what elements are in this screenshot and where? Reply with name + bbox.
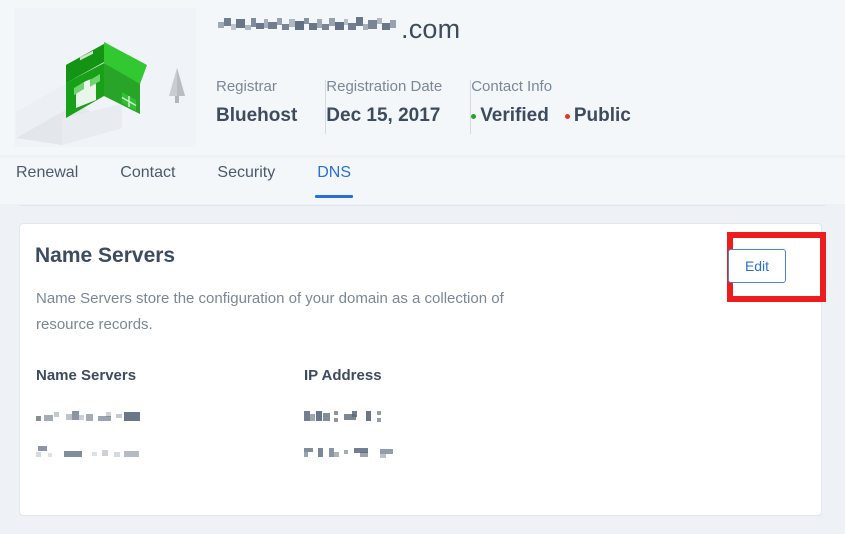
name-servers-card: Name Servers Name Servers store the conf… [19, 223, 822, 516]
tab-renewal[interactable]: Renewal [16, 158, 78, 198]
info-column-registrar: Registrar Bluehost [216, 78, 325, 127]
card-title: Name Servers [35, 244, 176, 267]
redacted-pixels [304, 448, 393, 458]
contact-status-group: Verified Public [471, 105, 631, 127]
contact-info-label: Contact Info [471, 78, 553, 95]
header-divider [20, 205, 825, 206]
table-row [36, 410, 536, 424]
edit-button[interactable]: Edit [728, 249, 786, 283]
info-column-registration-date: Registration Date Dec 15, 2017 [326, 78, 470, 127]
redacted-pixels [304, 411, 381, 422]
registrar-label: Registrar [216, 78, 277, 95]
tab-bar: Renewal Contact Security DNS [0, 158, 845, 204]
info-column-contact-info: Contact Info Verified Public [471, 78, 659, 127]
tab-security[interactable]: Security [217, 158, 275, 198]
ip-address-value-redacted [304, 410, 504, 424]
redacted-pixels [36, 411, 140, 421]
name-servers-table: Name Servers IP Address [36, 367, 536, 482]
registrar-value: Bluehost [216, 105, 298, 126]
table-header-row: Name Servers IP Address [36, 367, 536, 384]
status-badge-public: Public [564, 105, 631, 127]
redacted-pixels [36, 446, 139, 457]
green-dot-icon [471, 113, 477, 119]
registration-date-label: Registration Date [326, 78, 443, 95]
domain-suffix: .com [401, 14, 461, 44]
card-description: Name Servers store the configuration of … [36, 290, 504, 333]
status-public-label: Public [573, 105, 631, 126]
name-server-value-redacted [36, 410, 304, 424]
redacted-domain-pixels [218, 17, 396, 30]
domain-illustration [14, 8, 196, 147]
status-verified-label: Verified [480, 105, 549, 126]
column-header-name-servers: Name Servers [36, 367, 137, 384]
status-badge-verified: Verified [471, 105, 549, 127]
name-server-value-redacted [36, 446, 304, 460]
tab-contact[interactable]: Contact [120, 158, 175, 198]
page-title: .com [216, 14, 460, 45]
red-dot-icon [564, 113, 570, 119]
registration-date-value: Dec 15, 2017 [326, 105, 441, 126]
domain-info-row: Registrar Bluehost Registration Date Dec… [216, 78, 659, 140]
isometric-house-icon [16, 42, 185, 145]
domain-name-redacted [216, 14, 401, 45]
page-header: .com Registrar Bluehost Registration Dat… [0, 0, 845, 155]
tab-dns[interactable]: DNS [315, 158, 353, 198]
column-header-ip-address: IP Address [304, 367, 382, 384]
table-row [36, 446, 536, 460]
ip-address-value-redacted [304, 446, 504, 460]
